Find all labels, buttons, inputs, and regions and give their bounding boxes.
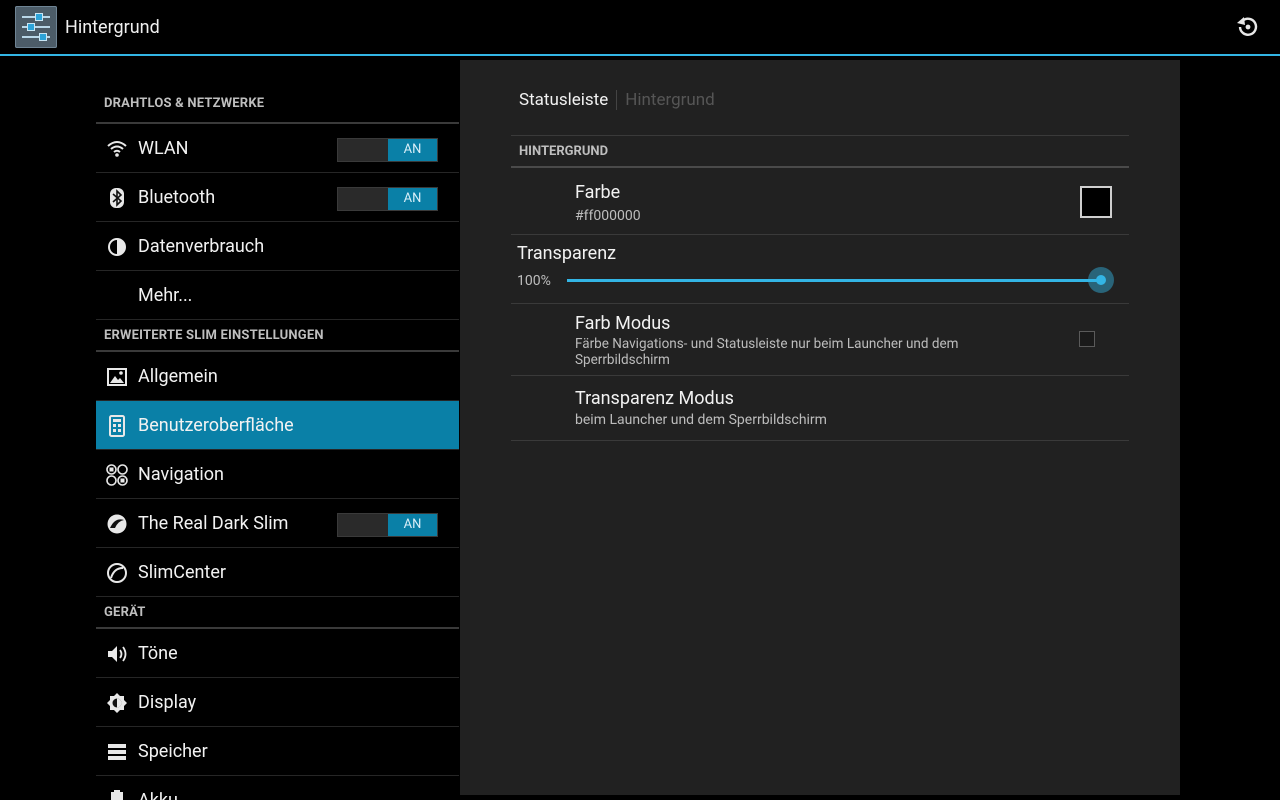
sidebar-item-akku[interactable]: Akku: [96, 776, 459, 800]
bluetooth-icon: [110, 188, 124, 208]
navigation-icon: [106, 464, 128, 486]
pref-title: Transparenz: [517, 243, 617, 264]
preference-panel: Statusleiste Hintergrund HINTERGRUND Far…: [460, 60, 1180, 795]
color-swatch[interactable]: [1080, 186, 1112, 218]
bluetooth-toggle[interactable]: AN: [337, 187, 438, 211]
pref-farbe[interactable]: Farbe #ff000000: [511, 168, 1129, 235]
preference-list: HINTERGRUND Farbe #ff000000 Transparenz …: [511, 135, 1129, 441]
sidebar-item-label: The Real Dark Slim: [138, 512, 289, 534]
display-icon: [107, 693, 127, 713]
settings-app-icon[interactable]: [15, 6, 57, 48]
wifi-icon: [107, 141, 127, 157]
pref-farb-modus[interactable]: Farb Modus Färbe Navigations- und Status…: [511, 304, 1129, 376]
battery-icon: [111, 790, 123, 800]
sidebar-item-the-real-dark-slim[interactable]: The Real Dark Slim AN: [96, 499, 459, 548]
pref-transparenz: Transparenz 100%: [511, 235, 1129, 304]
toggle-state: AN: [388, 188, 437, 210]
sidebar-item-label: Akku: [138, 789, 178, 800]
pref-transparenz-modus[interactable]: Transparenz Modus beim Launcher und dem …: [511, 376, 1129, 441]
sidebar-item-navigation[interactable]: Navigation: [96, 450, 459, 499]
sidebar-item-datenverbrauch[interactable]: Datenverbrauch: [96, 222, 459, 271]
sidebar-item-display[interactable]: Display: [96, 678, 459, 727]
sidebar-item-label: Display: [138, 691, 197, 713]
restore-button[interactable]: [1232, 12, 1262, 42]
sound-icon: [108, 646, 127, 662]
image-icon: [107, 368, 127, 386]
action-bar: Hintergrund: [0, 0, 1280, 56]
sidebar-item-label: Datenverbrauch: [138, 235, 265, 257]
pref-title: Farbe: [575, 182, 621, 203]
data-usage-icon: [108, 238, 126, 256]
wlan-toggle[interactable]: AN: [337, 138, 438, 162]
pref-title: Transparenz Modus: [575, 388, 734, 409]
slimcenter-icon: [107, 563, 127, 583]
section-header: HINTERGRUND: [511, 135, 1129, 168]
sidebar-item-label: Mehr...: [138, 284, 193, 306]
pref-summary: Färbe Navigations- und Statusleiste nur …: [575, 336, 959, 368]
sidebar-item-benutzeroberflaeche[interactable]: Benutzeroberfläche: [96, 401, 459, 450]
storage-icon: [108, 744, 126, 760]
pref-summary: #ff000000: [575, 208, 641, 224]
sidebar-item-label: Bluetooth: [138, 186, 216, 208]
pref-title: Farb Modus: [575, 313, 671, 334]
sidebar-item-allgemein[interactable]: Allgemein: [96, 352, 459, 401]
sidebar-item-toene[interactable]: Töne: [96, 629, 459, 678]
category-header: DRAHTLOS & NETZWERKE: [96, 56, 459, 124]
sidebar-item-label: WLAN: [138, 137, 189, 159]
tab-statusleiste[interactable]: Statusleiste: [519, 90, 618, 110]
sidebar-item-label: Speicher: [138, 740, 208, 762]
sidebar-item-mehr[interactable]: Mehr...: [96, 271, 459, 320]
sidebar-item-speicher[interactable]: Speicher: [96, 727, 459, 776]
slim-dark-icon: [107, 514, 127, 534]
category-header: ERWEITERTE SLIM EINSTELLUNGEN: [96, 320, 459, 352]
ui-icon: [109, 415, 125, 437]
sidebar-item-label: Benutzeroberfläche: [138, 414, 294, 436]
toggle-state: AN: [388, 139, 437, 161]
restore-icon: [1237, 17, 1258, 36]
sidebar-item-wlan[interactable]: WLAN AN: [96, 124, 459, 173]
sidebar-item-label: Navigation: [138, 463, 224, 485]
sidebar-item-label: Allgemein: [138, 365, 218, 387]
sidebar-item-label: Töne: [138, 642, 178, 664]
toggle-state: AN: [388, 514, 437, 536]
sidebar-item-slimcenter[interactable]: SlimCenter: [96, 548, 459, 597]
tab-hintergrund[interactable]: Hintergrund: [617, 90, 714, 110]
pref-summary: beim Launcher und dem Sperrbildschirm: [575, 412, 827, 428]
slider-thumb[interactable]: [1088, 267, 1114, 293]
farb-modus-checkbox[interactable]: [1079, 331, 1095, 347]
sidebar-item-bluetooth[interactable]: Bluetooth AN: [96, 173, 459, 222]
sidebar-item-label: SlimCenter: [138, 561, 226, 583]
breadcrumb: Statusleiste Hintergrund: [519, 88, 715, 112]
category-header: GERÄT: [96, 597, 459, 629]
settings-sidebar: DRAHTLOS & NETZWERKE WLAN AN Bluetooth A…: [96, 56, 459, 800]
transparency-slider[interactable]: [567, 279, 1101, 282]
page-title: Hintergrund: [65, 17, 160, 38]
dark-slim-toggle[interactable]: AN: [337, 513, 438, 537]
slider-value: 100%: [517, 273, 551, 289]
